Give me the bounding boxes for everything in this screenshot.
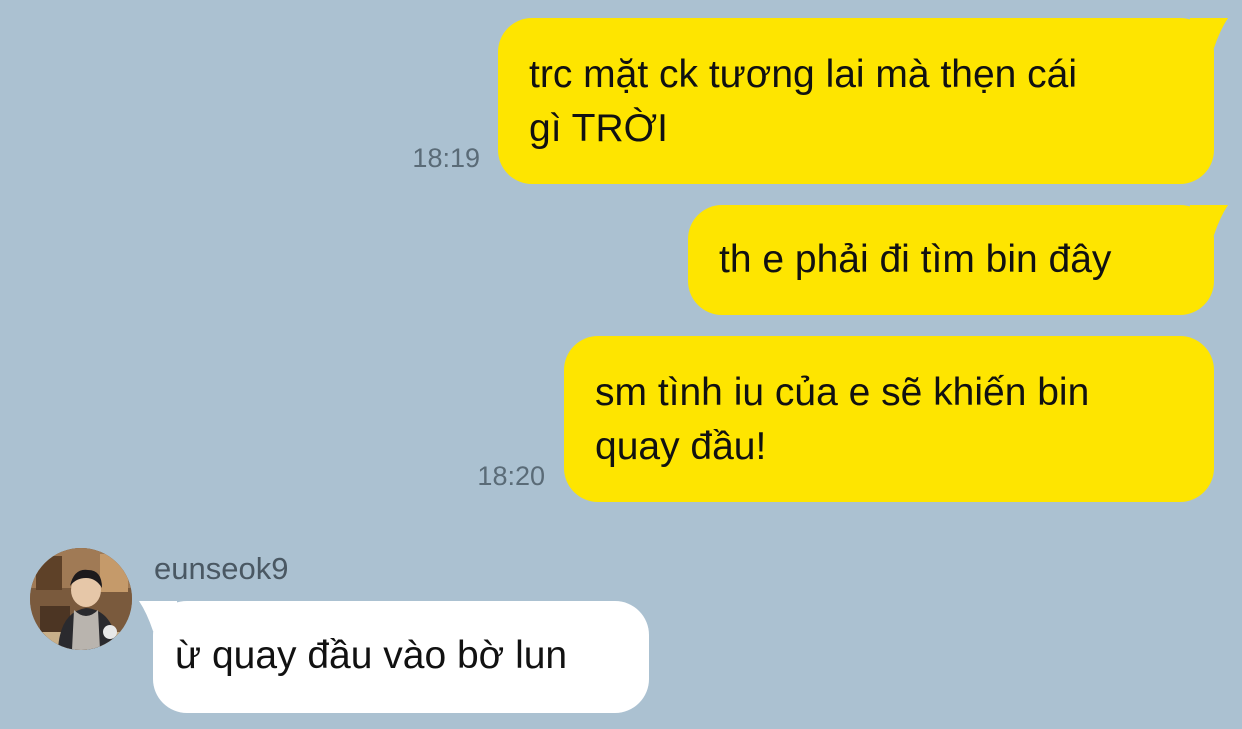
bubble-tail [139,601,177,631]
message-bubble-outgoing[interactable]: th e phải đi tìm bin đây [688,205,1228,315]
message-text: sm tình iu của e sẽ khiến bin quay đầu! [595,371,1090,468]
sender-name[interactable]: eunseok9 [154,551,288,587]
message-bubble-outgoing[interactable]: sm tình iu của e sẽ khiến bin quay đầu! [564,336,1214,502]
message-text: trc mặt ck tương lai mà thẹn cái gì TRỜI [529,53,1078,150]
message-text: th e phải đi tìm bin đây [719,238,1112,281]
bubble-tail [1190,18,1228,48]
message-bubble-incoming[interactable]: ừ quay đầu vào bờ lun [139,601,649,713]
message-bubble-outgoing[interactable]: trc mặt ck tương lai mà thẹn cái gì TRỜI [498,18,1228,184]
message-timestamp: 18:20 [477,461,545,491]
message-text: ừ quay đầu vào bờ lun [175,634,568,677]
profile-photo-icon [30,548,132,650]
message-timestamp: 18:19 [412,143,480,173]
avatar[interactable] [30,548,132,650]
